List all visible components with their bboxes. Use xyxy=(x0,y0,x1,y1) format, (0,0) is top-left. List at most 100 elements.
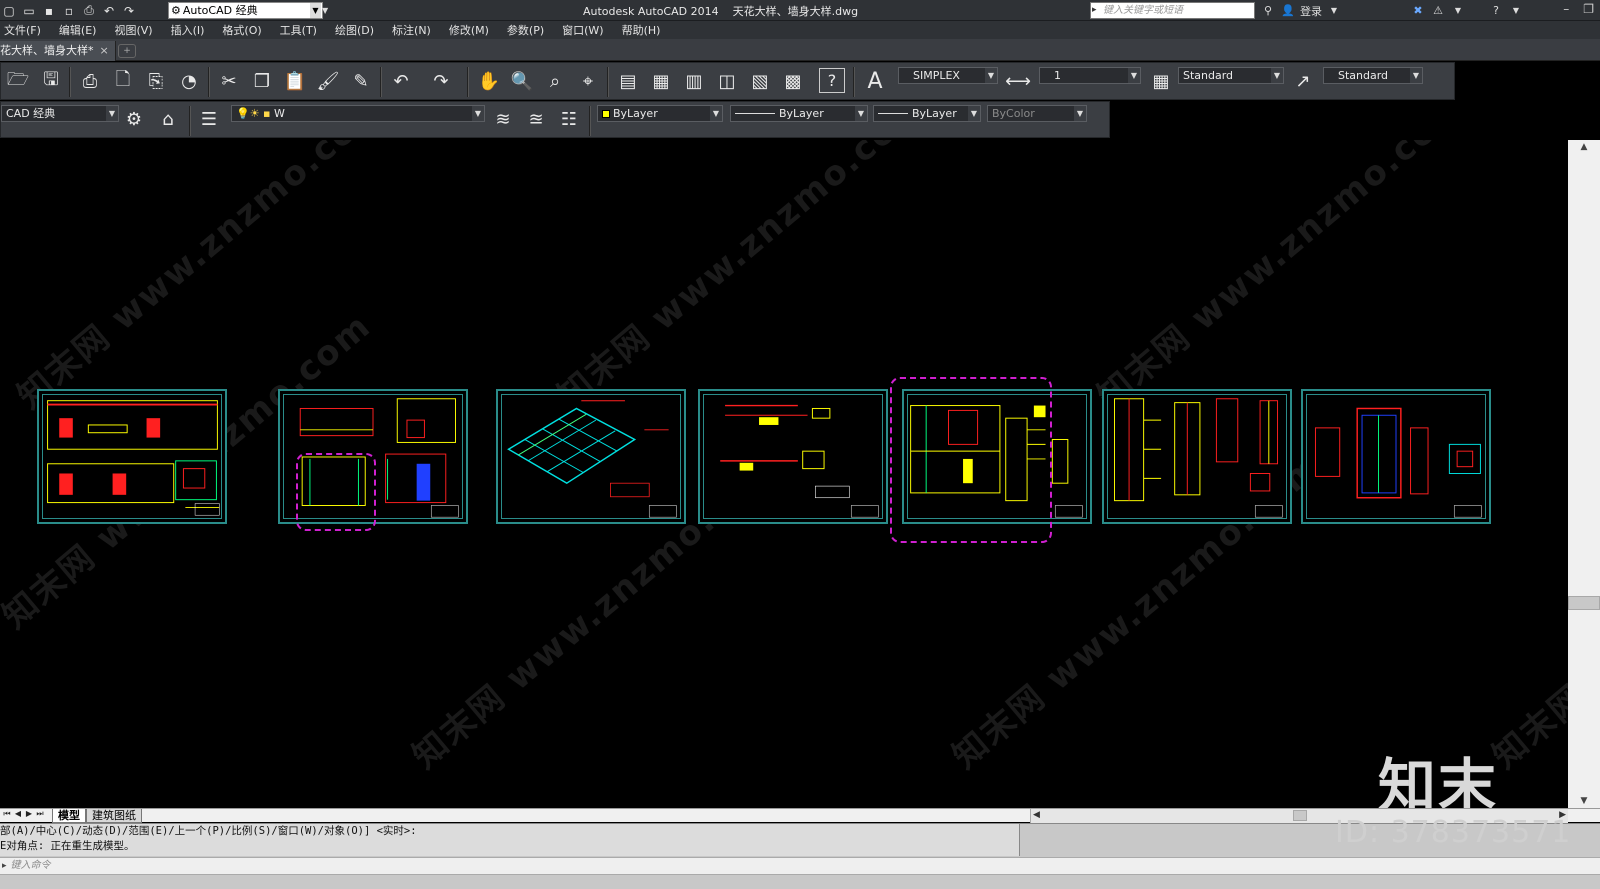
open-folder-icon[interactable]: 🗁 xyxy=(4,68,32,95)
undo-icon[interactable]: ↶ xyxy=(387,68,415,95)
scrollbar-thumb[interactable] xyxy=(1293,810,1307,821)
command-input[interactable]: ▸ 键入命令 xyxy=(0,857,1600,875)
plot-preview-icon[interactable]: 🗋 xyxy=(109,68,137,95)
properties-icon[interactable]: ▤ xyxy=(614,68,642,95)
prev-tab-icon[interactable]: ◀ xyxy=(13,809,23,819)
table-style-select[interactable]: Standard ▼ xyxy=(1178,67,1284,84)
color-select[interactable]: ByLayer ▼ xyxy=(597,105,723,122)
menu-help[interactable]: 帮助(H) xyxy=(622,22,661,38)
plot-style-value: ByColor xyxy=(992,107,1035,120)
drawing-canvas[interactable]: 知末网 www.znzmo.com 知末网 www.znzmo.com 知末网 … xyxy=(0,140,1568,808)
menu-view[interactable]: 视图(V) xyxy=(114,22,152,38)
scroll-down-icon[interactable]: ▼ xyxy=(1568,794,1600,808)
dimension-style-icon[interactable]: ⟷ xyxy=(1004,68,1032,95)
linetype-select[interactable]: ByLayer ▼ xyxy=(730,105,868,122)
multileader-style-select[interactable]: Standard ▼ xyxy=(1323,67,1423,84)
drawing-sheet-6[interactable] xyxy=(1102,389,1292,524)
menu-edit[interactable]: 编辑(E) xyxy=(59,22,97,38)
sheet-set-icon[interactable]: ◫ xyxy=(713,68,741,95)
3d-dwf-icon[interactable]: ◔ xyxy=(175,68,203,95)
menu-draw[interactable]: 绘图(D) xyxy=(335,22,374,38)
help-icon[interactable]: ? xyxy=(1488,4,1504,17)
save-icon[interactable]: 🖫 xyxy=(37,68,65,95)
print-icon[interactable]: ⎙ xyxy=(80,2,98,20)
match-properties-icon[interactable]: 🖌 xyxy=(314,68,342,95)
chevron-down-icon[interactable]: ▼ xyxy=(1508,6,1524,15)
qat-customize-icon[interactable]: ▼ xyxy=(322,2,331,19)
binoculars-icon[interactable]: ⚲ xyxy=(1260,4,1276,17)
drawing-sheet-4[interactable] xyxy=(698,389,888,524)
search-input[interactable]: ▸ 键入关键字或短语 xyxy=(1090,2,1255,19)
clean-screen-icon[interactable]: ⌂ xyxy=(154,106,182,133)
menu-file[interactable]: 文件(F) xyxy=(4,22,41,38)
tab-model[interactable]: 模型 xyxy=(52,809,86,823)
plot-icon[interactable]: ⎙ xyxy=(76,68,104,95)
minimize-icon[interactable]: – xyxy=(1563,2,1569,16)
menu-tools[interactable]: 工具(T) xyxy=(280,22,317,38)
redo-icon[interactable]: ↷ xyxy=(120,2,138,20)
markup-icon[interactable]: ▧ xyxy=(746,68,774,95)
chevron-down-icon[interactable]: ▼ xyxy=(1326,6,1342,15)
scroll-left-icon[interactable]: ◀ xyxy=(1033,809,1040,822)
drawing-sheet-3[interactable] xyxy=(496,389,686,524)
menu-window[interactable]: 窗口(W) xyxy=(562,22,603,38)
make-current-layer-icon[interactable]: ≋ xyxy=(489,106,517,133)
close-icon[interactable]: × xyxy=(100,44,109,57)
next-tab-icon[interactable]: ▶ xyxy=(24,809,34,819)
menu-modify[interactable]: 修改(M) xyxy=(449,22,489,38)
redo-icon[interactable]: ↷ xyxy=(427,68,455,95)
zoom-previous-icon[interactable]: ⌖ xyxy=(574,68,602,95)
paste-icon[interactable]: 📋 xyxy=(281,68,309,95)
tool-palettes-icon[interactable]: ▥ xyxy=(680,68,708,95)
connect-icon[interactable]: ⚠ xyxy=(1430,4,1446,17)
text-style-select[interactable]: SIMPLEX ▼ xyxy=(898,67,998,84)
cut-icon[interactable]: ✂ xyxy=(215,68,243,95)
calculator-icon[interactable]: ▩ xyxy=(779,68,807,95)
layer-previous-icon[interactable]: ≊ xyxy=(522,106,550,133)
publish-icon[interactable]: ⎘ xyxy=(142,68,170,95)
layer-select[interactable]: 💡☀ ▪ W ▼ xyxy=(231,105,485,122)
layer-properties-icon[interactable]: ☰ xyxy=(195,106,223,133)
open-file-icon[interactable]: ▭ xyxy=(20,2,38,20)
scrollbar-thumb[interactable] xyxy=(1568,596,1600,610)
design-center-icon[interactable]: ▦ xyxy=(647,68,675,95)
workspace-select[interactable]: ⚙ AutoCAD 经典 ▼ xyxy=(168,2,323,19)
vertical-scrollbar[interactable]: ▲ ▼ xyxy=(1568,140,1600,808)
menu-insert[interactable]: 插入(I) xyxy=(171,22,205,38)
copy-icon[interactable]: ❐ xyxy=(248,68,276,95)
block-editor-icon[interactable]: ✎ xyxy=(347,68,375,95)
drawing-sheet-1[interactable] xyxy=(37,389,227,524)
exchange-icon[interactable]: ✖ xyxy=(1410,4,1426,17)
undo-icon[interactable]: ↶ xyxy=(100,2,118,20)
save-icon[interactable]: ▪ xyxy=(40,2,58,20)
table-style-value: Standard xyxy=(1183,69,1234,82)
save-as-icon[interactable]: ▫ xyxy=(60,2,78,20)
chevron-down-icon[interactable]: ▼ xyxy=(1450,6,1466,15)
scroll-up-icon[interactable]: ▲ xyxy=(1568,140,1600,154)
menu-parametric[interactable]: 参数(P) xyxy=(507,22,544,38)
first-tab-icon[interactable]: ⏮ xyxy=(2,809,12,819)
document-tab[interactable]: 花大样、墙身大样* × xyxy=(0,41,116,61)
zoom-realtime-icon[interactable]: 🔍 xyxy=(508,68,536,95)
multileader-style-icon[interactable]: ↗ xyxy=(1289,68,1317,95)
dimension-style-select[interactable]: 1 ▼ xyxy=(1039,67,1141,84)
last-tab-icon[interactable]: ⏭ xyxy=(35,809,45,819)
workspace-settings-icon[interactable]: ⚙ xyxy=(120,106,148,133)
workspace-select[interactable]: CAD 经典 ▼ xyxy=(1,105,119,122)
menu-format[interactable]: 格式(O) xyxy=(222,22,261,38)
new-file-icon[interactable]: ▢ xyxy=(0,2,18,20)
login-button[interactable]: 登录 xyxy=(1300,3,1322,19)
menu-dimension[interactable]: 标注(N) xyxy=(392,22,431,38)
restore-icon[interactable]: ❐ xyxy=(1583,2,1594,16)
help-icon[interactable]: ? xyxy=(819,68,845,93)
layer-state-manager-icon[interactable]: ☷ xyxy=(555,106,583,133)
user-icon[interactable]: 👤 xyxy=(1280,4,1296,17)
new-tab-icon[interactable]: + xyxy=(118,44,136,58)
lineweight-select[interactable]: ByLayer ▼ xyxy=(873,105,981,122)
zoom-window-icon[interactable]: ⌕ xyxy=(541,68,569,95)
tab-layout[interactable]: 建筑图纸 xyxy=(86,809,142,823)
text-style-icon[interactable]: A xyxy=(861,68,889,95)
table-style-icon[interactable]: ▦ xyxy=(1147,68,1175,95)
drawing-sheet-7[interactable] xyxy=(1301,389,1491,524)
pan-icon[interactable]: ✋ xyxy=(475,68,503,95)
